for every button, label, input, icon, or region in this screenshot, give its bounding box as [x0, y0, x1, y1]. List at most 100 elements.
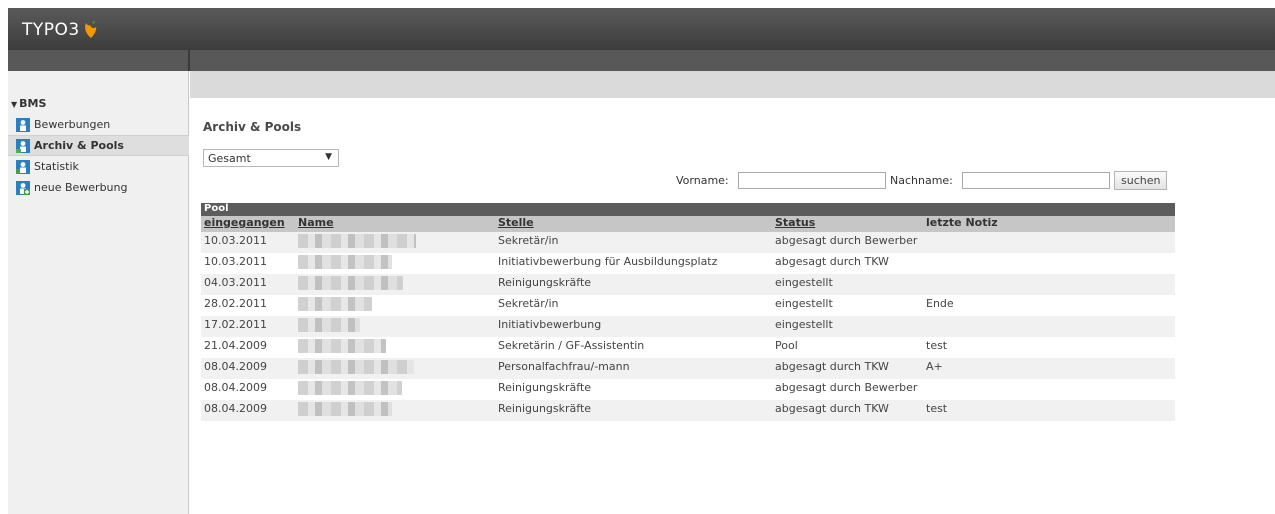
sidebar-item-statistik[interactable]: Statistik [8, 156, 189, 177]
cell-notiz [923, 253, 1175, 274]
sidebar-item-archiv-pools[interactable]: Archiv & Pools [8, 135, 189, 156]
table-row[interactable]: 08.04.2009 Reinigungskräfte abgesagt dur… [201, 400, 1175, 421]
cell-stelle: Reinigungskräfte [495, 379, 772, 400]
cell-date: 08.04.2009 [201, 358, 295, 379]
cell-status: Pool [772, 337, 923, 358]
cell-name-redacted [295, 253, 495, 274]
header-eingegangen[interactable]: eingegangen [201, 216, 295, 232]
header-name[interactable]: Name [295, 216, 495, 232]
strip-divider [188, 50, 190, 71]
cell-name-redacted [295, 232, 495, 253]
filter-select[interactable]: Gesamt ▼ [203, 149, 339, 167]
toolbar-strip [8, 50, 1275, 71]
cell-notiz: A+ [923, 358, 1175, 379]
sidebar-item-neue-bewerbung[interactable]: neue Bewerbung [8, 177, 189, 198]
cell-name-redacted [295, 316, 495, 337]
cell-date: 21.04.2009 [201, 337, 295, 358]
redacted-name [298, 276, 403, 290]
sidebar-item-label: Statistik [34, 160, 79, 173]
module-group-bms[interactable]: ▼ BMS [11, 97, 46, 110]
cell-notiz: test [923, 337, 1175, 358]
cell-notiz [923, 379, 1175, 400]
cell-stelle: Sekretär/in [495, 232, 772, 253]
cell-name-redacted [295, 337, 495, 358]
table-row[interactable]: 28.02.2011 Sekretär/in eingestellt Ende [201, 295, 1175, 316]
cell-stelle: Initiativbewerbung für Ausbildungsplatz [495, 253, 772, 274]
typo3-flame-icon [84, 21, 96, 38]
cell-name-redacted [295, 358, 495, 379]
sort-link[interactable]: Status [775, 216, 815, 229]
redacted-name [298, 381, 402, 395]
redacted-name [298, 234, 416, 248]
sidebar-item-label: neue Bewerbung [34, 181, 128, 194]
sidebar-item-bewerbungen[interactable]: Bewerbungen [8, 114, 189, 135]
page-title: Archiv & Pools [203, 120, 302, 134]
cell-status: eingestellt [772, 274, 923, 295]
section-label: Pool [201, 203, 1175, 216]
table-row[interactable]: 04.03.2011 Reinigungskräfte eingestellt [201, 274, 1175, 295]
table-row[interactable]: 17.02.2011 Initiativbewerbung eingestell… [201, 316, 1175, 337]
header-letzte-notiz: letzte Notiz [923, 216, 1175, 232]
cell-notiz [923, 316, 1175, 337]
redacted-name [298, 339, 386, 353]
header-stelle[interactable]: Stelle [495, 216, 772, 232]
sort-link[interactable]: Stelle [498, 216, 534, 229]
cell-name-redacted [295, 379, 495, 400]
nachname-input[interactable] [962, 172, 1110, 189]
cell-status: abgesagt durch Bewerber [772, 232, 923, 253]
table-row[interactable]: 10.03.2011 Initiativbewerbung für Ausbil… [201, 253, 1175, 274]
redacted-name [298, 402, 392, 416]
statistics-person-icon [16, 159, 30, 174]
typo3-logo[interactable]: TYPO3 [22, 20, 99, 40]
table-header-row: eingegangen Name Stelle Status letzte No… [201, 216, 1175, 232]
cell-date: 17.02.2011 [201, 316, 295, 337]
module-group-label: BMS [19, 97, 47, 110]
table-row[interactable]: 10.03.2011 Sekretär/in abgesagt durch Be… [201, 232, 1175, 253]
cell-date: 04.03.2011 [201, 274, 295, 295]
cell-date: 08.04.2009 [201, 379, 295, 400]
cell-date: 10.03.2011 [201, 232, 295, 253]
logo-text: TYPO3 [22, 20, 80, 40]
table-row[interactable]: 08.04.2009 Reinigungskräfte abgesagt dur… [201, 379, 1175, 400]
cell-status: abgesagt durch TKW [772, 400, 923, 421]
redacted-name [298, 318, 360, 332]
sidebar-item-label: Archiv & Pools [34, 139, 124, 152]
cell-date: 08.04.2009 [201, 400, 295, 421]
table-row[interactable]: 08.04.2009 Personalfachfrau/-mann abgesa… [201, 358, 1175, 379]
collapse-triangle-icon: ▼ [11, 100, 18, 109]
cell-stelle: Initiativbewerbung [495, 316, 772, 337]
person-archive-icon [16, 138, 30, 153]
cell-notiz: test [923, 400, 1175, 421]
filter-select-value: Gesamt [208, 152, 251, 165]
cell-date: 28.02.2011 [201, 295, 295, 316]
redacted-name [298, 360, 414, 374]
cell-name-redacted [295, 400, 495, 421]
vorname-label: Vorname: [676, 174, 729, 187]
cell-notiz [923, 274, 1175, 295]
person-icon [16, 117, 30, 132]
cell-status: eingestellt [772, 295, 923, 316]
content-header-bar [190, 71, 1275, 98]
cell-notiz [923, 232, 1175, 253]
module-sidebar: ▼ BMS Bewerbungen Archiv & Pools Statisti… [8, 71, 189, 514]
cell-name-redacted [295, 274, 495, 295]
cell-stelle: Sekretär/in [495, 295, 772, 316]
pool-table: Pool eingegangen Name Stelle Status letz… [201, 203, 1175, 421]
table-section-row: Pool [201, 203, 1175, 216]
cell-status: abgesagt durch Bewerber [772, 379, 923, 400]
top-bar: TYPO3 [8, 8, 1275, 50]
cell-name-redacted [295, 295, 495, 316]
cell-status: abgesagt durch TKW [772, 358, 923, 379]
cell-stelle: Reinigungskräfte [495, 400, 772, 421]
header-status[interactable]: Status [772, 216, 923, 232]
cell-notiz: Ende [923, 295, 1175, 316]
cell-date: 10.03.2011 [201, 253, 295, 274]
vorname-input[interactable] [738, 172, 886, 189]
nachname-label: Nachname: [890, 174, 953, 187]
sort-link[interactable]: eingegangen [204, 216, 285, 229]
search-button[interactable]: suchen [1114, 171, 1168, 190]
table-row[interactable]: 21.04.2009 Sekretärin / GF-Assistentin P… [201, 337, 1175, 358]
add-person-icon [16, 180, 30, 195]
cell-stelle: Personalfachfrau/-mann [495, 358, 772, 379]
sort-link[interactable]: Name [298, 216, 334, 229]
